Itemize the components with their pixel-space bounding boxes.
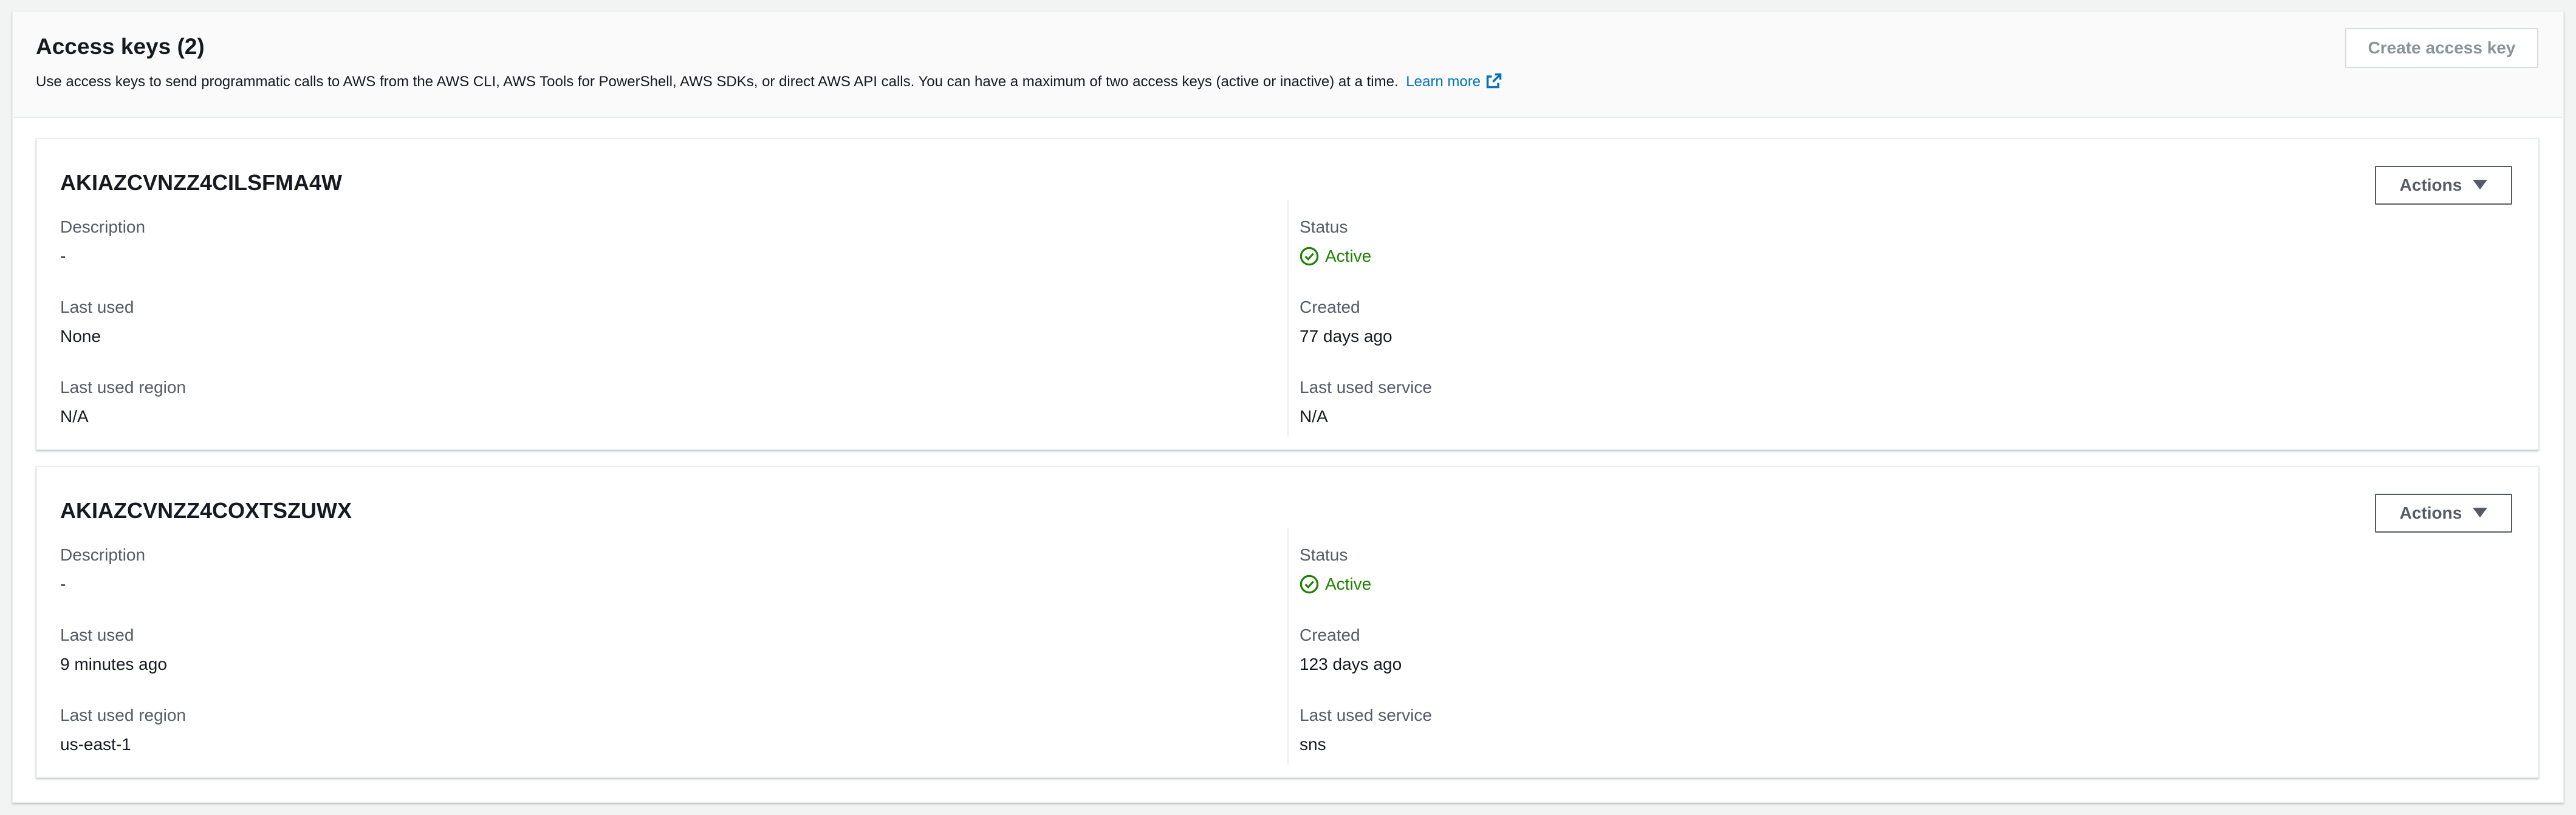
last-used-region-value: N/A bbox=[60, 407, 89, 426]
last-used-service-label: Last used service bbox=[1300, 706, 1432, 725]
created-value: 123 days ago bbox=[1300, 655, 1402, 673]
actions-dropdown-button[interactable]: Actions bbox=[2375, 166, 2512, 205]
description-value: - bbox=[60, 575, 66, 593]
last-used-region-label: Last used region bbox=[60, 706, 187, 725]
last-used-service-value: sns bbox=[1300, 735, 1326, 754]
status-value: Active bbox=[1300, 574, 1371, 595]
check-circle-icon bbox=[1300, 247, 1319, 266]
last-used-region-value: us-east-1 bbox=[60, 735, 131, 754]
created-label: Created bbox=[1300, 298, 1360, 316]
status-label: Status bbox=[1300, 545, 1348, 564]
last-used-service-value: N/A bbox=[1300, 407, 1328, 426]
actions-label: Actions bbox=[2399, 176, 2462, 194]
caret-down-icon bbox=[2473, 180, 2488, 189]
access-keys-panel: Access keys (2) Use access keys to send … bbox=[12, 11, 2564, 803]
learn-more-link[interactable]: Learn more bbox=[1406, 73, 1502, 90]
access-key-id: AKIAZCVNZZ4CILSFMA4W bbox=[60, 170, 342, 195]
access-key-id: AKIAZCVNZZ4COXTSZUWX bbox=[60, 498, 352, 523]
last-used-label: Last used bbox=[60, 626, 134, 644]
access-keys-count: (2) bbox=[177, 34, 205, 59]
status-text: Active bbox=[1325, 575, 1372, 593]
last-used-service-label: Last used service bbox=[1300, 378, 1432, 397]
access-key-card: AKIAZCVNZZ4CILSFMA4W Actions Description… bbox=[36, 138, 2539, 450]
access-keys-description: Use access keys to send programmatic cal… bbox=[36, 72, 1502, 92]
caret-down-icon bbox=[2473, 508, 2488, 517]
description-value: - bbox=[60, 247, 66, 265]
created-label: Created bbox=[1300, 626, 1360, 644]
column-divider bbox=[1287, 200, 1289, 437]
actions-label: Actions bbox=[2399, 503, 2462, 522]
column-divider bbox=[1287, 528, 1289, 765]
learn-more-label: Learn more bbox=[1406, 73, 1481, 90]
last-used-value: None bbox=[60, 327, 101, 346]
check-circle-icon bbox=[1300, 575, 1319, 594]
created-value: 77 days ago bbox=[1300, 327, 1392, 346]
last-used-value: 9 minutes ago bbox=[60, 655, 167, 673]
access-keys-title-text: Access keys bbox=[36, 34, 171, 59]
access-keys-header: Access keys (2) Use access keys to send … bbox=[13, 12, 2563, 118]
status-text: Active bbox=[1325, 247, 1372, 265]
description-label: Description bbox=[60, 217, 146, 236]
last-used-label: Last used bbox=[60, 298, 134, 316]
status-label: Status bbox=[1300, 217, 1348, 236]
description-label: Description bbox=[60, 545, 146, 564]
external-link-icon bbox=[1486, 73, 1502, 89]
create-access-key-button[interactable]: Create access key bbox=[2345, 28, 2538, 68]
access-keys-title: Access keys (2) bbox=[36, 33, 205, 60]
status-value: Active bbox=[1300, 246, 1371, 267]
access-key-card: AKIAZCVNZZ4COXTSZUWX Actions Description… bbox=[36, 466, 2539, 778]
last-used-region-label: Last used region bbox=[60, 378, 187, 397]
actions-dropdown-button[interactable]: Actions bbox=[2375, 494, 2512, 533]
access-keys-description-text: Use access keys to send programmatic cal… bbox=[36, 73, 1399, 90]
